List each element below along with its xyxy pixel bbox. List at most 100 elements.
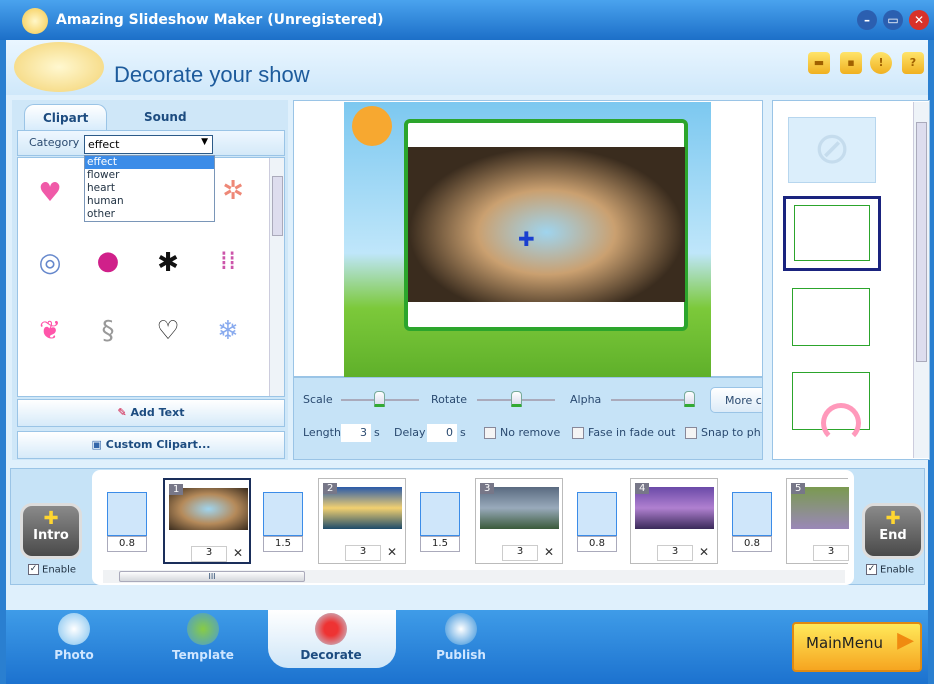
slide-duration[interactable]: 3 <box>502 545 538 561</box>
clipart-ant-icon[interactable]: ✱ <box>148 248 188 278</box>
category-select[interactable]: effect ▼ <box>84 135 213 154</box>
transition-duration[interactable]: 1.5 <box>420 536 460 552</box>
tab-clipart[interactable]: Clipart <box>24 104 108 130</box>
slide-duration[interactable]: 3 <box>657 545 693 561</box>
delete-icon[interactable]: ✕ <box>699 545 709 559</box>
frame-template-rainbow[interactable] <box>792 372 870 443</box>
intro-enable-label: Enable <box>42 564 77 576</box>
delete-icon[interactable]: ✕ <box>544 545 554 559</box>
intro-enable[interactable]: ✓ Enable <box>28 564 76 576</box>
slide-duration[interactable]: 3 <box>813 545 849 561</box>
decorate-icon[interactable] <box>315 613 347 645</box>
clipart-scrollbar[interactable] <box>269 158 284 396</box>
end-button[interactable]: ✚ End <box>862 503 924 559</box>
length-input[interactable]: 3 <box>341 424 371 442</box>
clipart-swirl-icon[interactable]: § <box>88 316 128 346</box>
option-human[interactable]: human <box>85 195 214 208</box>
clipart-petals-icon[interactable]: ❦ <box>30 316 70 346</box>
tip-bulb-icon[interactable]: ! <box>870 52 892 74</box>
alpha-slider-knob[interactable] <box>684 391 695 407</box>
transition-duration[interactable]: 0.8 <box>732 536 772 552</box>
tab-sound[interactable]: Sound <box>126 104 205 130</box>
slide-3[interactable]: 3 3 ✕ <box>475 478 563 564</box>
help-icon[interactable]: ? <box>902 52 924 74</box>
frame-template-selected[interactable] <box>783 196 881 271</box>
alpha-label: Alpha <box>570 393 602 406</box>
custom-clipart-button[interactable]: ▣ Custom Clipart... <box>17 431 285 459</box>
option-heart[interactable]: heart <box>85 182 214 195</box>
fade-checkbox[interactable] <box>572 427 584 439</box>
templates-scrollbar[interactable] <box>913 102 929 458</box>
flower-logo-icon <box>14 42 104 92</box>
nav-decorate[interactable]: Decorate <box>286 648 376 662</box>
preview-photo[interactable]: ✚ <box>408 147 685 302</box>
snap-checkbox[interactable] <box>685 427 697 439</box>
folder-icon[interactable]: ▬ <box>808 52 830 74</box>
add-text-button[interactable]: ✎ Add Text <box>17 399 285 427</box>
checkbox-checked-icon[interactable]: ✓ <box>866 564 877 575</box>
delay-input[interactable]: 0 <box>427 424 457 442</box>
main-menu-button[interactable]: MainMenu ▶ <box>792 622 922 672</box>
frame-template-border <box>794 205 870 261</box>
option-effect[interactable]: effect <box>85 156 214 169</box>
timeline-scroll-thumb[interactable]: III <box>119 571 305 582</box>
restore-icon[interactable]: ▭ <box>883 10 903 30</box>
nav-publish[interactable]: Publish <box>416 648 506 662</box>
option-flower[interactable]: flower <box>85 169 214 182</box>
slide-duration[interactable]: 3 <box>191 546 227 562</box>
clipart-ring-icon[interactable]: ◎ <box>30 248 70 278</box>
close-icon[interactable]: ✕ <box>909 10 929 30</box>
slide-duration[interactable]: 3 <box>345 545 381 561</box>
rotate-slider-knob[interactable] <box>511 391 522 407</box>
save-icon[interactable]: ▪ <box>840 52 862 74</box>
clipart-heart-icon[interactable]: ♥ <box>30 178 70 208</box>
minimize-icon[interactable]: – <box>857 10 877 30</box>
main-menu-label: MainMenu <box>806 634 883 652</box>
template-icon[interactable] <box>187 613 219 645</box>
checkbox-checked-icon[interactable]: ✓ <box>28 564 39 575</box>
transition-duration[interactable]: 0.8 <box>107 536 147 552</box>
slide-1[interactable]: 1 3 ✕ <box>163 478 251 564</box>
more-options-button[interactable]: More c <box>710 387 762 413</box>
photo-icon[interactable] <box>58 613 90 645</box>
scale-slider-knob[interactable] <box>374 391 385 407</box>
nav-template[interactable]: Template <box>158 648 248 662</box>
end-enable[interactable]: ✓ Enable <box>866 564 914 576</box>
clipart-hearts-icon[interactable]: ♡ <box>148 316 188 346</box>
nav-photo[interactable]: Photo <box>29 648 119 662</box>
transition-1[interactable] <box>107 492 147 536</box>
delete-icon[interactable]: ✕ <box>233 546 243 560</box>
transition-2[interactable] <box>263 492 303 536</box>
length-unit: s <box>374 426 380 439</box>
scroll-thumb[interactable] <box>272 176 283 236</box>
scale-label: Scale <box>303 393 333 406</box>
delete-icon[interactable]: ✕ <box>387 545 397 559</box>
app-logo-icon <box>22 8 48 34</box>
transition-duration[interactable]: 1.5 <box>263 536 303 552</box>
transition-duration[interactable]: 0.8 <box>577 536 617 552</box>
alpha-slider[interactable] <box>611 399 695 401</box>
option-other[interactable]: other <box>85 208 214 221</box>
clipart-confetti-icon[interactable]: ✲ <box>213 176 253 206</box>
move-handle-icon[interactable]: ✚ <box>518 227 535 251</box>
clipart-snowflake-icon[interactable]: ❄ <box>208 316 248 346</box>
transition-4[interactable] <box>577 492 617 536</box>
slide-4[interactable]: 4 3 ✕ <box>630 478 718 564</box>
transition-3[interactable] <box>420 492 460 536</box>
publish-icon[interactable] <box>445 613 477 645</box>
transition-5[interactable] <box>732 492 772 536</box>
clipart-drops-icon[interactable]: ⁞⁞ <box>208 246 248 276</box>
slide-5[interactable]: 53 <box>786 478 849 564</box>
rotate-label: Rotate <box>431 393 468 406</box>
end-enable-label: Enable <box>880 564 915 576</box>
clipart-lips-icon[interactable]: ● <box>88 246 128 276</box>
snap-label: Snap to pho <box>701 426 761 439</box>
no-frame-icon[interactable]: ⊘ <box>788 117 876 183</box>
intro-button[interactable]: ✚ Intro <box>20 503 82 559</box>
scroll-thumb[interactable] <box>916 122 927 362</box>
frame-template-vine[interactable] <box>792 288 870 346</box>
delay-label: Delay <box>394 426 426 439</box>
page-title: Decorate your show <box>114 62 310 87</box>
no-remove-checkbox[interactable] <box>484 427 496 439</box>
slide-2[interactable]: 2 3 ✕ <box>318 478 406 564</box>
